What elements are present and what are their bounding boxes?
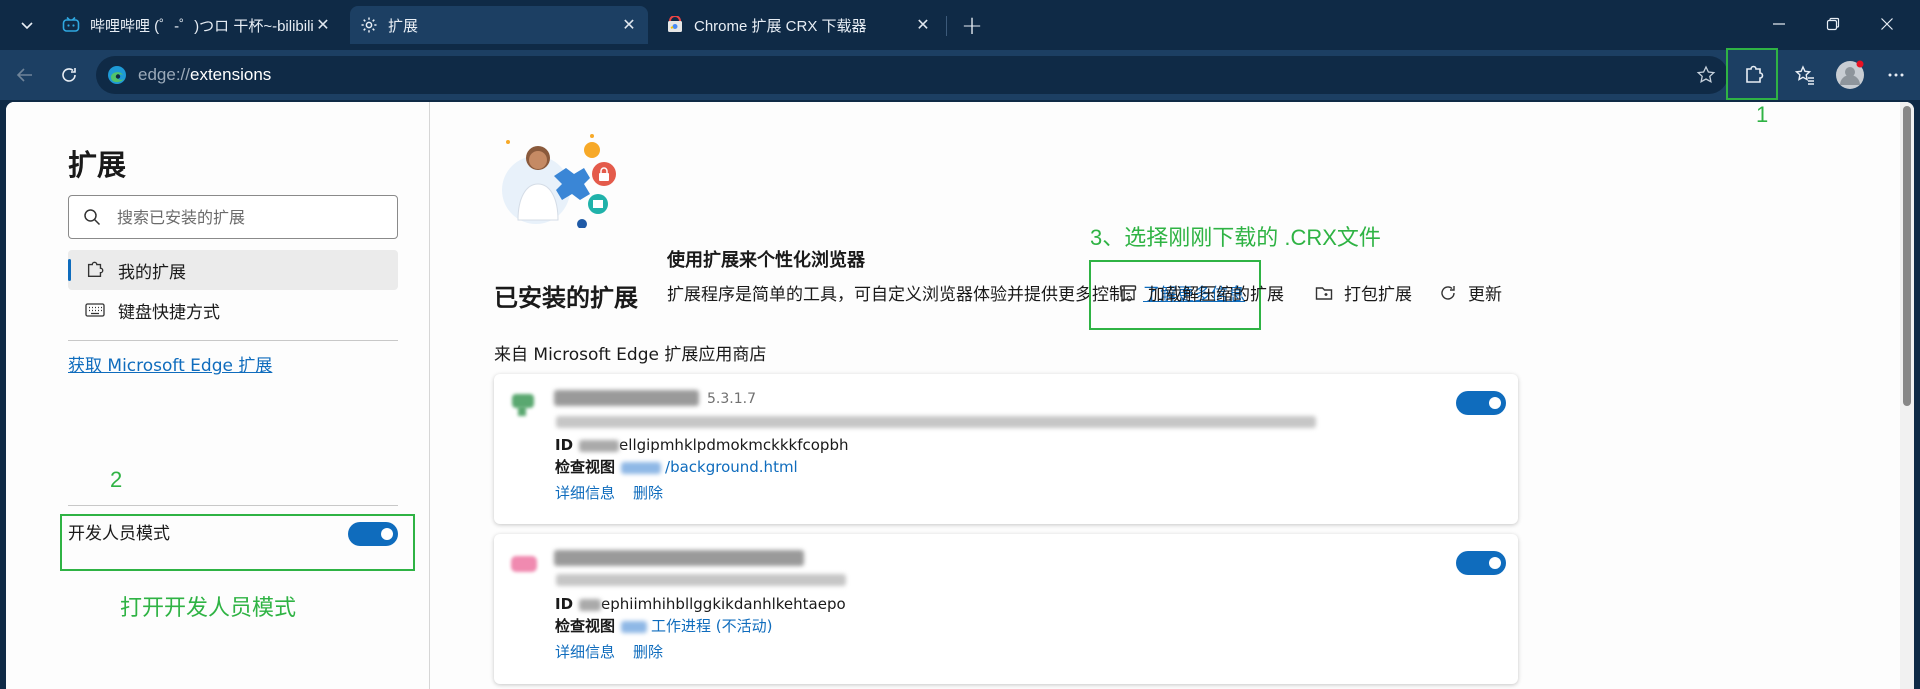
installed-section-title: 已安装的扩展 — [494, 284, 638, 312]
pack-extension-label: 打包扩展 — [1344, 285, 1412, 305]
extension-description-redacted — [556, 574, 846, 586]
back-arrow-icon — [16, 68, 32, 82]
annotation-step-2: 2 — [110, 467, 123, 492]
pack-icon — [1312, 281, 1336, 305]
annotation-step-3: 3、选择刚刚下载的 .CRX文件 — [1090, 225, 1381, 250]
card-links: 详细信息 删除 — [555, 641, 681, 662]
search-input[interactable] — [117, 207, 377, 227]
tab-title: 哔哩哔哩 (゜-゜)つロ 干杯~-bilibili — [90, 17, 314, 35]
keyboard-icon — [84, 299, 106, 321]
favorites-icon — [1794, 65, 1814, 85]
search-icon — [84, 209, 101, 226]
close-icon[interactable]: ✕ — [620, 16, 638, 34]
tab-actions-button[interactable] — [10, 8, 44, 42]
annotation-step-1: 1 — [1756, 102, 1769, 127]
minimize-icon — [1773, 23, 1785, 25]
extension-name-redacted — [554, 550, 804, 566]
update-label: 更新 — [1468, 285, 1502, 305]
refresh-button[interactable] — [51, 57, 87, 93]
extension-id: ID ellgipmhklpdmokmckkkfcopbh — [555, 436, 849, 454]
close-icon[interactable]: ✕ — [314, 16, 332, 34]
sidebar-item-keyboard-shortcuts[interactable]: 键盘快捷方式 — [68, 290, 398, 330]
banner-title: 使用扩展来个性化浏览器 — [667, 250, 865, 271]
page-title: 扩展 — [68, 148, 127, 182]
puzzle-icon — [84, 259, 106, 281]
gear-icon — [360, 16, 378, 34]
close-window-button[interactable] — [1864, 8, 1910, 40]
search-box[interactable] — [68, 195, 398, 239]
title-bar: 哔哩哔哩 (゜-゜)つロ 干杯~-bilibili ✕ 扩展 ✕ Chrome … — [0, 0, 1920, 50]
tab-crx-downloader[interactable]: Chrome 扩展 CRX 下载器 ✕ — [656, 6, 942, 44]
extension-version: 5.3.1.7 — [707, 391, 756, 407]
address-bar[interactable]: edge://extensions — [96, 56, 1728, 94]
inspect-link[interactable]: /background.html — [665, 458, 798, 476]
extension-description-redacted — [556, 416, 1316, 428]
refresh-icon — [62, 68, 76, 82]
extension-icon — [511, 556, 537, 572]
remove-link[interactable]: 删除 — [633, 484, 663, 502]
extension-icon — [512, 394, 534, 416]
close-icon[interactable]: ✕ — [914, 16, 932, 34]
annotation-box-dev-mode — [60, 514, 415, 571]
sidebar-item-label: 我的扩展 — [118, 262, 186, 283]
extension-toggle[interactable] — [1456, 551, 1506, 575]
chevron-down-icon — [21, 22, 33, 30]
extension-id: ID ephiimhihbllggkikdanhlkehtaepo — [555, 595, 846, 613]
card-links: 详细信息 删除 — [555, 482, 681, 503]
extension-card: 5.3.1.7 ID ellgipmhklpdmokmckkkfcopbh 检查视… — [494, 374, 1518, 524]
back-button[interactable] — [7, 57, 43, 93]
tab-separator — [946, 16, 947, 36]
edge-logo-icon — [108, 66, 126, 84]
remove-link[interactable]: 删除 — [633, 643, 663, 661]
scrollbar[interactable] — [1900, 102, 1914, 689]
favorites-button[interactable] — [1787, 57, 1823, 93]
bilibili-icon — [62, 16, 80, 34]
sidebar: 扩展 我的扩展 键盘快捷方式 获取 Microsoft Edge 扩展 2 开发… — [6, 102, 430, 689]
load-unpacked-button[interactable]: 加载解压缩的扩展 — [1116, 280, 1284, 305]
chrome-store-icon — [666, 16, 684, 34]
minimize-button[interactable] — [1756, 8, 1802, 40]
inspect-views: 检查视图 工作进程 (不活动) — [555, 617, 773, 635]
extension-card: ID ephiimhihbllggkikdanhlkehtaepo 检查视图 工作进… — [494, 534, 1518, 684]
tab-title: Chrome 扩展 CRX 下载器 — [694, 17, 867, 35]
load-unpacked-icon — [1116, 281, 1140, 305]
scrollbar-thumb[interactable] — [1903, 106, 1911, 406]
avatar — [1836, 60, 1864, 89]
tab-extensions[interactable]: 扩展 ✕ — [350, 6, 648, 44]
tab-title: 扩展 — [388, 17, 419, 35]
pack-extension-button[interactable]: 打包扩展 — [1312, 280, 1412, 305]
url-text: edge://extensions — [138, 65, 272, 84]
extensions-page: 扩展 我的扩展 键盘快捷方式 获取 Microsoft Edge 扩展 2 开发… — [6, 102, 1914, 689]
sidebar-item-my-extensions[interactable]: 我的扩展 — [68, 250, 398, 290]
divider — [68, 505, 398, 506]
inspect-views: 检查视图/background.html — [555, 458, 798, 476]
more-menu-button[interactable] — [1878, 57, 1914, 93]
more-dots-icon — [1888, 73, 1904, 77]
details-link[interactable]: 详细信息 — [555, 484, 615, 502]
tab-bilibili[interactable]: 哔哩哔哩 (゜-゜)つロ 干杯~-bilibili ✕ — [52, 6, 342, 44]
extension-toggle[interactable] — [1456, 391, 1506, 415]
favorite-star-icon[interactable] — [1696, 65, 1716, 89]
inspect-link[interactable]: 工作进程 (不活动) — [651, 617, 772, 635]
close-icon — [1881, 18, 1893, 30]
load-unpacked-label: 加载解压缩的扩展 — [1148, 285, 1284, 305]
personalize-illustration — [502, 134, 616, 228]
store-source-label: 来自 Microsoft Edge 扩展应用商店 — [494, 345, 767, 365]
annotation-dev-hint: 打开开发人员模式 — [120, 595, 297, 620]
restore-button[interactable] — [1810, 8, 1856, 40]
get-extensions-link[interactable]: 获取 Microsoft Edge 扩展 — [68, 351, 272, 376]
sidebar-item-label: 键盘快捷方式 — [118, 302, 220, 323]
update-button[interactable]: 更新 — [1436, 280, 1502, 305]
divider — [68, 340, 398, 341]
annotation-box-extensions-button — [1726, 48, 1778, 100]
restore-icon — [1826, 17, 1840, 31]
profile-button[interactable] — [1832, 57, 1868, 93]
details-link[interactable]: 详细信息 — [555, 643, 615, 661]
refresh-icon — [1436, 281, 1460, 305]
extension-name-redacted — [554, 390, 699, 406]
browser-toolbar: edge://extensions — [0, 50, 1920, 100]
new-tab-button[interactable]: + — [955, 10, 989, 42]
